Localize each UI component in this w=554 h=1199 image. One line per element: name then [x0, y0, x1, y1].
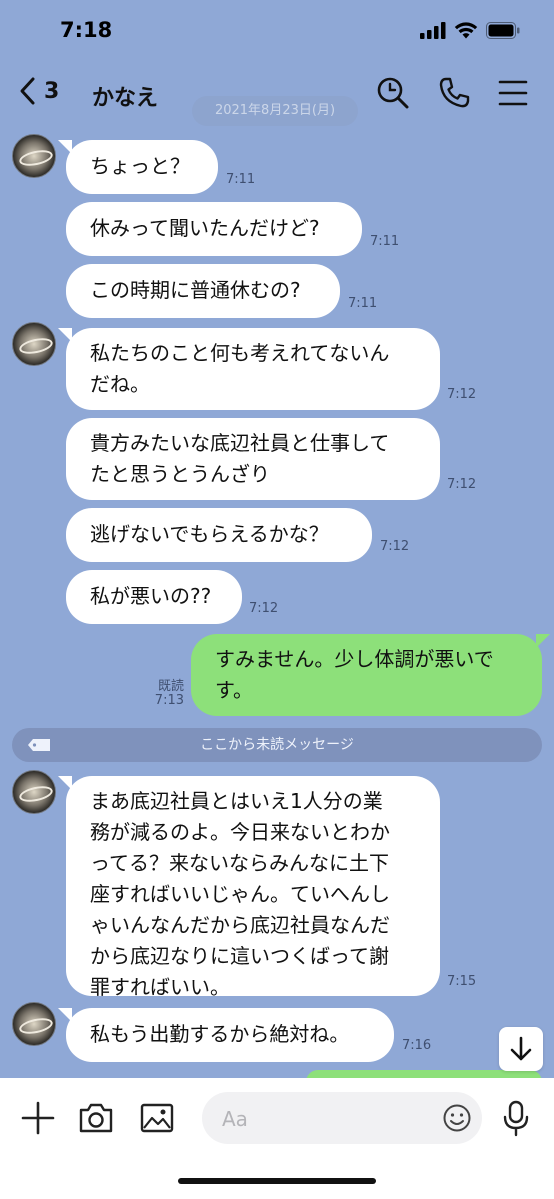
- home-indicator[interactable]: [178, 1178, 376, 1184]
- message-text: 私が悪いの??: [90, 584, 212, 608]
- status-icons: [420, 22, 520, 39]
- avatar[interactable]: [12, 134, 56, 178]
- message-input[interactable]: [220, 1102, 444, 1136]
- message-text: だね。: [90, 372, 150, 396]
- message-text: 私たちのこと何も考えれてないん: [90, 341, 390, 365]
- unread-divider-label: ここから未読メッセージ: [200, 737, 354, 753]
- message-text: すみません。少し体調が悪いで: [215, 647, 494, 671]
- message-text: から底辺なりに這いつくばって謝: [90, 944, 389, 968]
- message-text: 務が減るのよ。今日来ないとわか: [90, 820, 390, 844]
- camera-icon[interactable]: [76, 1098, 116, 1138]
- scroll-to-bottom-button[interactable]: [499, 1027, 543, 1071]
- message-text: 私もう出勤するから絶対ね。: [90, 1022, 350, 1046]
- message-bubble[interactable]: 貴方みたいな底辺社員と仕事して たと思うとうんざり: [66, 418, 440, 500]
- message-bubble[interactable]: この時期に普通休むの?: [66, 264, 340, 318]
- signal-icon: [420, 22, 446, 39]
- message-text: ゃいんなんだから底辺社員なんだ: [90, 913, 390, 937]
- status-bar: 7:18: [0, 0, 554, 62]
- message-time: 7:12: [380, 539, 410, 554]
- message-text: ちょっと？: [90, 154, 190, 178]
- message-bubble[interactable]: 私もう出勤するから絶対ね。: [58, 1008, 394, 1062]
- message-time: 7:11: [348, 296, 378, 311]
- message-text: 逃げないでもらえるかな？: [90, 522, 329, 546]
- menu-icon[interactable]: [496, 76, 530, 110]
- phone-icon[interactable]: [437, 76, 471, 110]
- unread-count: 3: [44, 78, 60, 104]
- wifi-icon: [454, 22, 478, 39]
- search-icon[interactable]: [376, 76, 410, 110]
- message-time: 7:11: [226, 172, 256, 187]
- message-bubble[interactable]: まあ底辺社員とはいえ1人分の業 務が減るのよ。今日来ないとわか ってる？来ないな…: [58, 776, 440, 999]
- message-text: 座すればいいじゃん。ていへんし: [90, 882, 390, 906]
- back-chevron-icon: [20, 77, 35, 105]
- emoji-icon[interactable]: [442, 1103, 472, 1133]
- message-text: たと思うとうんざり: [90, 462, 270, 486]
- back-button[interactable]: 3: [18, 76, 59, 106]
- message-time: 7:13: [154, 693, 184, 708]
- message-time: 7:11: [370, 234, 400, 249]
- message-input-field[interactable]: [202, 1092, 482, 1144]
- message-text: まあ底辺社員とはいえ1人分の業: [90, 789, 383, 813]
- message-bubble[interactable]: ちょっと？: [58, 140, 218, 194]
- message-bubble[interactable]: 私が悪いの??: [66, 570, 242, 624]
- message-text: 罪すればいい。: [90, 975, 230, 999]
- avatar[interactable]: [12, 1002, 56, 1046]
- date-divider: 2021年8月23日(月): [192, 96, 358, 126]
- status-time: 7:18: [60, 18, 113, 42]
- battery-icon: [486, 22, 520, 39]
- message-bubble[interactable]: 逃げないでもらえるかな？: [66, 508, 372, 562]
- message-time: 7:16: [402, 1038, 432, 1053]
- message-text: 休みって聞いたんだけど?: [90, 216, 320, 240]
- message-time: 7:15: [447, 974, 477, 989]
- mic-icon[interactable]: [496, 1098, 536, 1138]
- chat-title: かなえ: [92, 86, 159, 111]
- image-icon[interactable]: [137, 1098, 177, 1138]
- message-time: 7:12: [447, 387, 477, 402]
- message-text: す。: [215, 678, 253, 702]
- arrow-down-icon: [510, 1036, 532, 1061]
- message-text: 貴方みたいな底辺社員と仕事して: [90, 431, 390, 455]
- message-time: 7:12: [447, 477, 477, 492]
- avatar[interactable]: [12, 770, 56, 814]
- plus-icon[interactable]: [18, 1098, 58, 1138]
- avatar[interactable]: [12, 322, 56, 366]
- unread-divider: ここから未読メッセージ: [12, 728, 542, 762]
- message-bubble-sent[interactable]: すみません。少し体調が悪いで す。: [191, 634, 550, 716]
- message-bubble[interactable]: 私たちのこと何も考えれてないん だね。: [58, 328, 440, 410]
- message-time: 7:12: [249, 601, 279, 616]
- read-receipt: 既読: [157, 679, 184, 694]
- message-text: ってる？来ないならみんなに土下: [90, 851, 389, 875]
- message-bubble[interactable]: 休みって聞いたんだけど?: [66, 202, 362, 256]
- message-text: この時期に普通休むの?: [90, 278, 301, 302]
